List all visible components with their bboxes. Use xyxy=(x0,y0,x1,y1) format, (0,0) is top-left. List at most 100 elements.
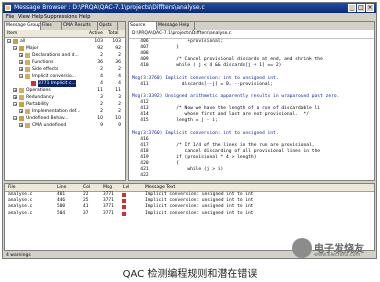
menu-file[interactable]: File xyxy=(6,13,14,21)
menu-help[interactable]: Help xyxy=(32,13,43,21)
tree-row[interactable]: + Operations 11 11 xyxy=(5,87,125,94)
tree-row[interactable]: + Declarations and d... 2 2 xyxy=(5,52,125,59)
total-count: 2 xyxy=(118,67,121,72)
maximize-button[interactable]: □ xyxy=(357,4,365,12)
column-total[interactable]: Total xyxy=(108,30,119,37)
menu-help-2[interactable]: Help xyxy=(79,13,90,21)
total-count: 92 xyxy=(115,46,121,51)
expand-icon[interactable]: + xyxy=(19,109,23,114)
source-line: 415 length = j - i; xyxy=(132,118,218,124)
collapse-icon[interactable]: − xyxy=(13,46,17,51)
total-count: 4 xyxy=(118,81,121,86)
tree-row[interactable]: + CMA undefined 9 9 xyxy=(5,122,125,129)
column-item[interactable]: Item xyxy=(7,30,17,37)
active-count: 9 xyxy=(100,123,103,128)
expand-icon[interactable]: + xyxy=(19,60,23,65)
menu-view[interactable]: View xyxy=(18,13,30,21)
expand-icon[interactable]: + xyxy=(13,88,17,93)
tree-row[interactable]: + Redundancy 3 3 xyxy=(5,94,125,101)
collapse-icon[interactable]: − xyxy=(13,102,17,107)
source-line: 422 xyxy=(132,173,149,179)
message-row[interactable]: analyse.c 504 37 3771 Implicit conversion: u… xyxy=(5,211,374,217)
column-active[interactable]: Active xyxy=(89,30,103,37)
message-group-icon xyxy=(19,46,24,51)
app-icon xyxy=(5,5,11,11)
tree-row[interactable]: − all 103 103 xyxy=(5,38,125,45)
active-count: 2 xyxy=(100,67,103,72)
tree-item-label: Implementation def... xyxy=(32,109,81,114)
minimize-button[interactable]: _ xyxy=(348,4,356,12)
expand-icon[interactable]: + xyxy=(13,95,17,100)
tree-row[interactable]: 3771 Implicit c... 4 4 xyxy=(5,80,125,87)
tab-message-help[interactable]: Message Help xyxy=(157,22,195,30)
message-list-header: File Line Col Msg Lvl Message Text xyxy=(5,184,374,192)
menu-suppressions[interactable]: Suppressions xyxy=(44,13,77,21)
total-count: 2 xyxy=(118,53,121,58)
message-msg-cell: 3771 xyxy=(103,210,114,216)
message-groups-pane: Message Groups Files CMA Results Opsts I… xyxy=(4,21,126,181)
column-col[interactable]: Col xyxy=(83,184,90,191)
tree-row[interactable]: + Implementation def... 2 2 xyxy=(5,108,125,115)
left-tab-strip: Message Groups Files CMA Results Opsts xyxy=(5,22,125,30)
column-message-text[interactable]: Message Text xyxy=(145,184,175,191)
close-button[interactable]: × xyxy=(366,4,374,12)
column-file[interactable]: File xyxy=(8,184,16,191)
tree-item-label: Implicit conversio... xyxy=(32,74,76,79)
tree-item-label: Functions xyxy=(32,60,54,65)
status-text: 4 warnings xyxy=(6,253,31,258)
warning-level-icon xyxy=(122,205,126,210)
collapse-icon[interactable]: − xyxy=(19,74,23,79)
tab-opsts[interactable]: Opsts xyxy=(98,22,118,30)
tree-row[interactable]: − Undefined Behav... 10 10 xyxy=(5,115,125,122)
column-line[interactable]: Line xyxy=(57,184,66,191)
expand-icon[interactable]: + xyxy=(19,123,23,128)
message-group-icon xyxy=(19,95,24,100)
message-browser-window: Message Browser : D:\PRQA\QAC-7.1\projec… xyxy=(2,2,377,259)
tree-item-label: CMA undefined xyxy=(32,123,67,128)
tab-files[interactable]: Files xyxy=(41,22,62,30)
tree-item-label: 3771 Implicit c... xyxy=(38,80,76,87)
source-line: 411 discards[--j] = 0, --provisional; xyxy=(132,81,274,87)
warning-level-icon xyxy=(122,211,126,216)
tree-row[interactable]: − Implicit conversio... 4 4 xyxy=(5,73,125,80)
figure-caption: QAC 检测编程规则和潜在错误 xyxy=(122,269,258,280)
title-bar: Message Browser : D:\PRQA\QAC-7.1\projec… xyxy=(3,3,376,13)
active-count: 92 xyxy=(97,46,103,51)
tree-item-label: Undefined Behav... xyxy=(26,116,69,121)
active-count: 3 xyxy=(100,95,103,100)
total-count: 2 xyxy=(118,102,121,107)
menu-bar: File View Help Suppressions Help xyxy=(3,13,376,21)
tree-row[interactable]: − Major 92 92 xyxy=(5,45,125,52)
total-count: 2 xyxy=(118,109,121,114)
active-count: 103 xyxy=(94,39,103,44)
tree-item-label: Side effects xyxy=(32,67,59,72)
total-count: 3 xyxy=(118,95,121,100)
column-level[interactable]: Lvl xyxy=(123,184,129,191)
tab-cma-results[interactable]: CMA Results xyxy=(62,22,98,30)
column-msg[interactable]: Msg xyxy=(103,184,112,191)
message-group-icon xyxy=(19,116,24,121)
total-count: 10 xyxy=(115,116,121,121)
warning-level-icon xyxy=(122,199,126,204)
collapse-icon[interactable]: − xyxy=(13,116,17,121)
message-group-icon xyxy=(13,39,18,44)
message-group-icon xyxy=(31,81,36,86)
diagnostic-message[interactable]: Msg(3:3392) Unsigned arithmetic apparent… xyxy=(132,94,339,100)
active-count: 2 xyxy=(100,109,103,114)
tree-row[interactable]: + Functions 36 36 xyxy=(5,59,125,66)
tree-row[interactable]: − Portability 2 2 xyxy=(5,101,125,108)
tab-source[interactable]: Source xyxy=(129,22,157,30)
message-file-cell: analyse.c xyxy=(8,210,33,216)
expand-icon[interactable]: + xyxy=(19,53,23,58)
total-count: 11 xyxy=(115,88,121,93)
active-count: 36 xyxy=(97,60,103,65)
active-count: 4 xyxy=(100,81,103,86)
source-pane: Source Message Help D:\PRQA\QAC-7.1\proj… xyxy=(128,21,375,181)
diagnostic-message[interactable]: Msg(3:3760) Implicit conversion: int to … xyxy=(132,131,279,137)
active-count: 10 xyxy=(97,116,103,121)
active-count: 2 xyxy=(100,102,103,107)
tree-row[interactable]: + Side effects 2 2 xyxy=(5,66,125,73)
tab-message-groups[interactable]: Message Groups xyxy=(5,22,41,30)
collapse-icon[interactable]: − xyxy=(7,39,11,44)
expand-icon[interactable]: + xyxy=(19,67,23,72)
